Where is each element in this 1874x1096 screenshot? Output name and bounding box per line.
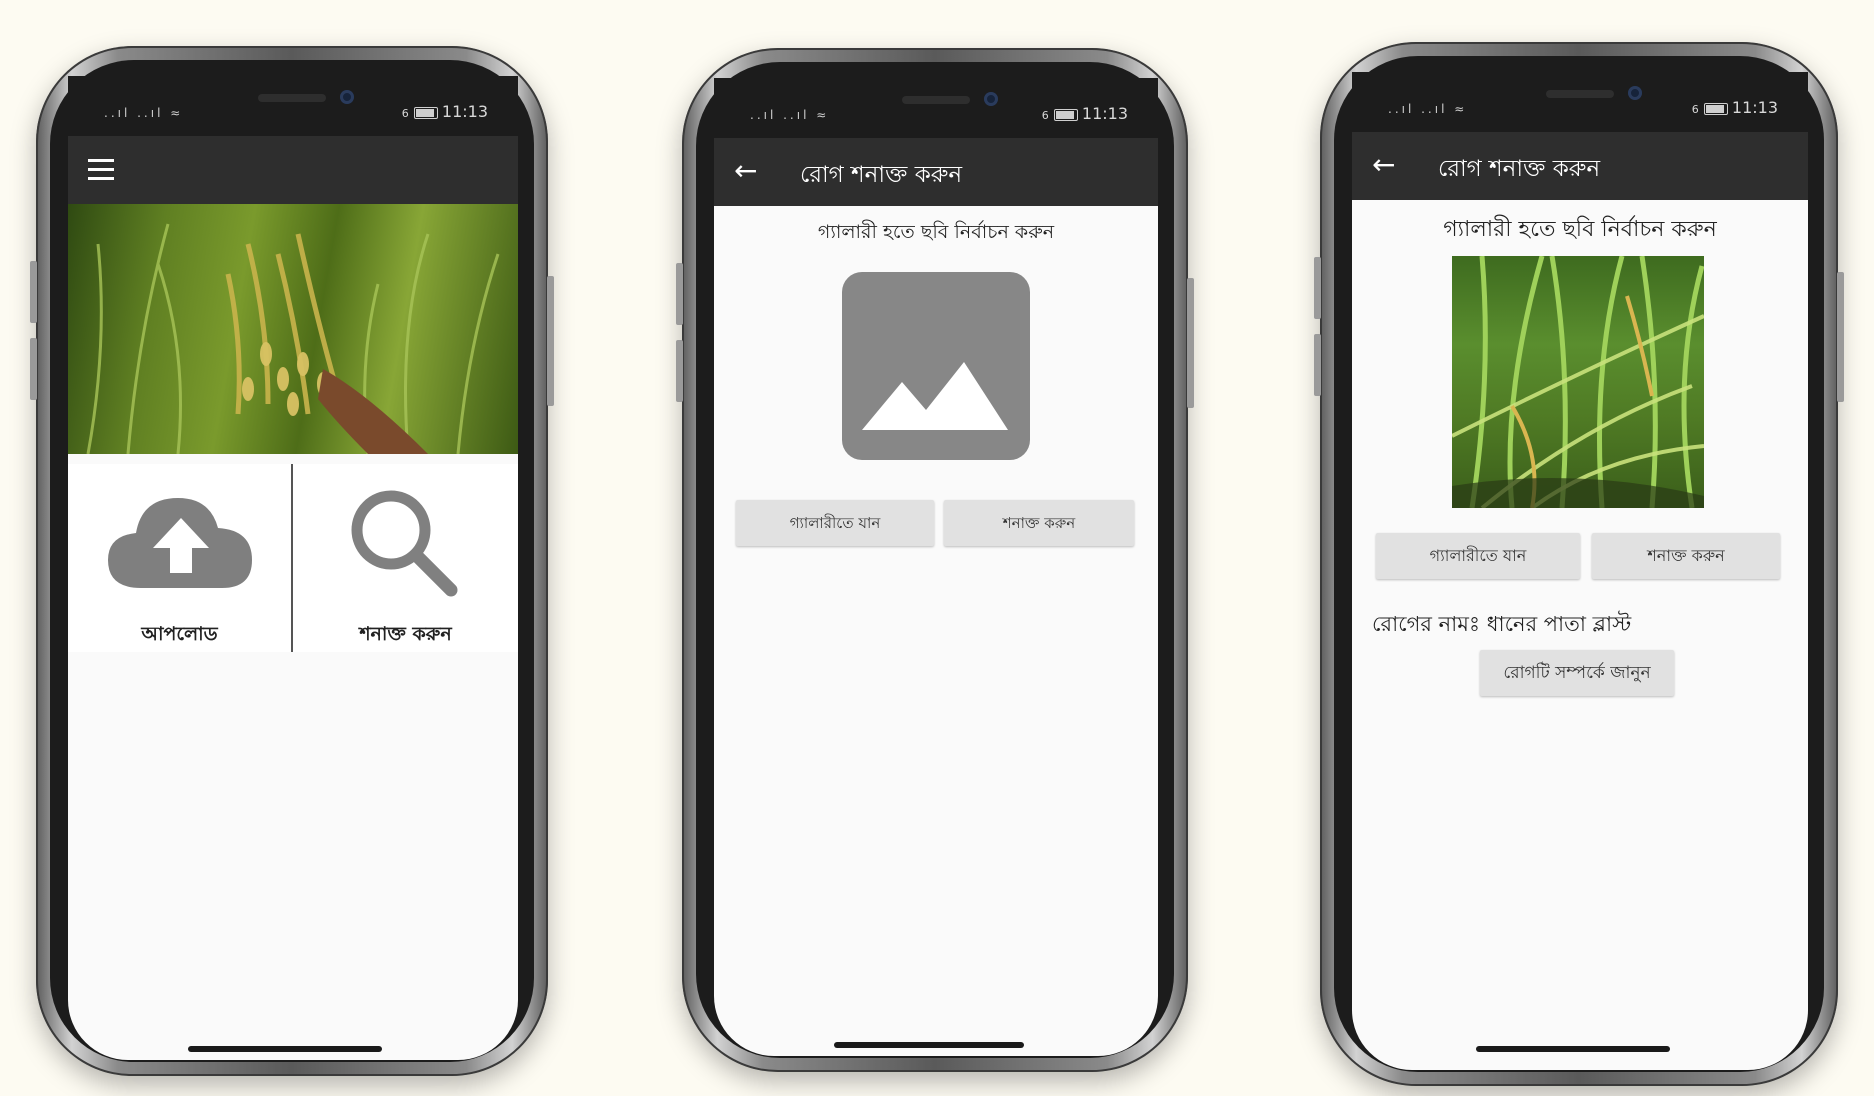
detect-app-bar: ← রোগ শনাক্ত করুন [714, 138, 1158, 206]
volume-down-button [30, 338, 37, 400]
volume-up-button [1314, 257, 1321, 319]
status-time: 11:13 [1081, 104, 1128, 123]
search-icon [351, 490, 458, 597]
home-indicator [1476, 1046, 1670, 1052]
status-time-group: 6 11:13 [1692, 98, 1778, 117]
detect-button[interactable]: শনাক্ত করুন [944, 500, 1134, 546]
speaker-grille [258, 94, 326, 102]
front-camera [340, 90, 354, 104]
volume-down-button [1314, 334, 1321, 396]
status-time: 11:13 [441, 102, 488, 121]
selected-rice-image [1452, 256, 1704, 508]
battery-level-label: 6 [401, 107, 409, 120]
battery-level-label: 6 [1691, 103, 1699, 116]
hamburger-menu-icon[interactable] [88, 158, 114, 180]
phone-mockup-detect-result: ..ıl ..ıl ≈ 6 11:13 ← রোগ শনাক্ত করুন গ্… [1314, 42, 1844, 1086]
volume-up-button [30, 261, 37, 323]
detect-app-bar: ← রোগ শনাক্ত করুন [1352, 132, 1808, 200]
status-bar: ..ıl ..ıl ≈ 6 11:13 [714, 78, 1158, 138]
signal-icon: ..ıl ..ıl ≈ [750, 108, 830, 122]
phone-mockup-empty-detect: ..ıl ..ıl ≈ 6 11:13 ← রোগ শনাক্ত করুন গ্… [676, 48, 1194, 1072]
power-button [1837, 272, 1844, 402]
signal-icon: ..ıl ..ıl ≈ [1388, 102, 1468, 116]
hero-rice-image [68, 204, 518, 454]
speaker-grille [1546, 90, 1614, 98]
front-camera [984, 92, 998, 106]
select-image-prompt: গ্যালারী হতে ছবি নির্বাচন করুন [1443, 217, 1717, 242]
home-indicator [188, 1046, 382, 1052]
battery-icon [413, 106, 438, 119]
select-image-prompt: গ্যালারী হতে ছবি নির্বাচন করুন [817, 221, 1055, 243]
upload-tile[interactable]: আপলোড [68, 464, 291, 652]
disease-name-result: রোগের নামঃ ধানের পাতা ব্লাস্ট [1372, 612, 1632, 636]
battery-icon [1053, 108, 1078, 121]
back-arrow-icon[interactable]: ← [1372, 149, 1395, 181]
status-bar: ..ıl ..ıl ≈ 6 11:13 [1352, 72, 1808, 132]
detect-button[interactable]: শনাক্ত করুন [1592, 533, 1780, 579]
page-title: রোগ শনাক্ত করুন [800, 162, 963, 188]
home-indicator [834, 1042, 1024, 1048]
page-title: রোগ শনাক্ত করুন [1438, 156, 1601, 182]
phone-mockup-home: ..ıl ..ıl ≈ 6 11:13 আপলোড শনাক্ত করুন [30, 46, 554, 1076]
detect-screen-empty: ..ıl ..ıl ≈ 6 11:13 ← রোগ শনাক্ত করুন গ্… [714, 78, 1158, 1056]
status-time: 11:13 [1731, 98, 1778, 117]
upload-label: আপলোড [141, 623, 218, 645]
rice-leaves-illustration [1452, 256, 1704, 508]
battery-icon [1703, 102, 1728, 115]
home-app-bar [68, 136, 518, 204]
power-button [1187, 278, 1194, 408]
battery-level-label: 6 [1041, 109, 1049, 122]
learn-about-disease-button[interactable]: রোগটি সম্পর্কে জানুন [1480, 650, 1674, 696]
image-placeholder-icon[interactable] [842, 272, 1030, 460]
gallery-button[interactable]: গ্যালারীতে যান [736, 500, 934, 546]
status-bar: ..ıl ..ıl ≈ 6 11:13 [68, 76, 518, 136]
volume-up-button [676, 263, 683, 325]
detect-screen-result: ..ıl ..ıl ≈ 6 11:13 ← রোগ শনাক্ত করুন গ্… [1352, 72, 1808, 1070]
rice-plants-illustration [86, 223, 500, 454]
cloud-upload-icon [108, 498, 252, 588]
back-arrow-icon[interactable]: ← [734, 155, 757, 187]
gallery-button[interactable]: গ্যালারীতে যান [1376, 533, 1580, 579]
detect-tile[interactable]: শনাক্ত করুন [293, 464, 518, 652]
front-camera [1628, 86, 1642, 100]
speaker-grille [902, 96, 970, 104]
power-button [547, 276, 554, 406]
signal-icon: ..ıl ..ıl ≈ [104, 106, 184, 120]
detect-label: শনাক্ত করুন [359, 623, 452, 645]
status-time-group: 6 11:13 [1042, 104, 1128, 123]
home-screen: ..ıl ..ıl ≈ 6 11:13 আপলোড শনাক্ত করুন [68, 76, 518, 1060]
status-time-group: 6 11:13 [402, 102, 488, 121]
volume-down-button [676, 340, 683, 402]
